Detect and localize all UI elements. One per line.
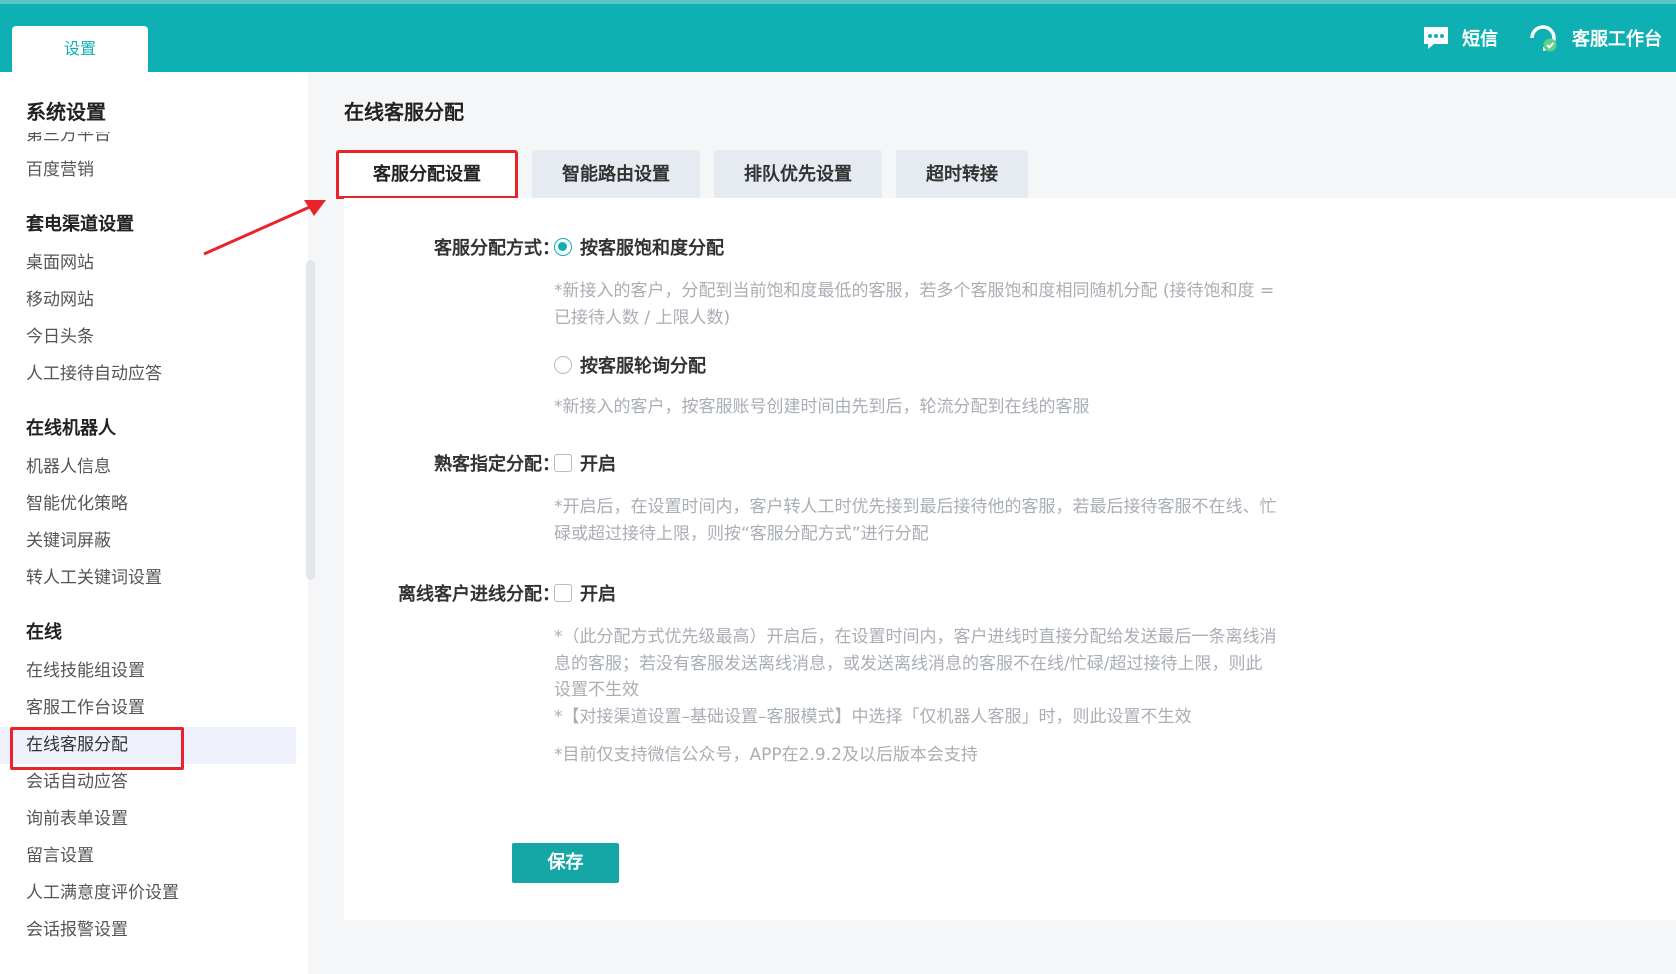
- tab-assignment-settings[interactable]: 客服分配设置: [336, 150, 518, 199]
- sidebar-item-auto-reply[interactable]: 人工接待自动应答: [0, 356, 296, 393]
- tab-timeout-transfer[interactable]: 超时转接: [896, 150, 1028, 199]
- sidebar-item-workbench-settings[interactable]: 客服工作台设置: [0, 690, 296, 727]
- sidebar-item-baidu-marketing[interactable]: 百度营销: [0, 152, 296, 189]
- sidebar-item-transfer-keywords[interactable]: 转人工关键词设置: [0, 560, 296, 597]
- top-actions: 短信 客服工作台: [1422, 20, 1662, 56]
- sidebar-item-message-settings[interactable]: 留言设置: [0, 838, 296, 875]
- settings-tabs: 客服分配设置 智能路由设置 排队优先设置 超时转接: [336, 150, 1028, 199]
- hint-line: *新接入的客户，分配到当前饱和度最低的客服，若多个客服饱和度相同随机分配 (接待…: [554, 281, 1275, 301]
- top-bar: 设置 短信 客服工作台: [0, 0, 1676, 72]
- offline-label: 离线客户进线分配：: [398, 584, 560, 605]
- hint-line: 已接待人数 / 上限人数): [554, 307, 731, 328]
- message-icon: [1422, 25, 1450, 51]
- sidebar-item-skill-group[interactable]: 在线技能组设置: [0, 653, 296, 690]
- sidebar-item-robot-info[interactable]: 机器人信息: [0, 449, 296, 486]
- hint-line: 设置不生效: [554, 680, 639, 700]
- option-round-robin-hint: *新接入的客户，按客服账号创建时间由先到后，轮流分配到在线的客服: [554, 397, 1090, 417]
- hint-line: *目前仅支持微信公众号，APP在2.9.2及以后版本会支持: [554, 745, 978, 765]
- option-round-robin-label: 按客服轮询分配: [580, 356, 706, 377]
- radio-unselected[interactable]: [554, 356, 572, 374]
- sms-button[interactable]: 短信: [1422, 25, 1498, 51]
- headset-icon: [1526, 23, 1560, 53]
- familiar-hint: *开启后，在设置时间内，客户转人工时优先接到最后接待他的客服，若最后接待客服不在…: [554, 494, 1354, 547]
- option-saturation-label: 按客服饱和度分配: [580, 238, 724, 259]
- tab-settings[interactable]: 设置: [12, 26, 148, 72]
- workbench-label: 客服工作台: [1572, 29, 1662, 50]
- settings-panel: 客服分配方式： 按客服饱和度分配 *新接入的客户，分配到当前饱和度最低的客服，若…: [344, 198, 1676, 920]
- sidebar-group-robot: 在线机器人: [26, 418, 116, 439]
- familiar-label: 熟客指定分配：: [434, 454, 560, 475]
- top-strip: [0, 0, 1676, 4]
- workbench-button[interactable]: 客服工作台: [1526, 23, 1662, 53]
- tab-smart-routing[interactable]: 智能路由设置: [532, 150, 700, 199]
- sidebar-item-toutiao[interactable]: 今日头条: [0, 319, 296, 356]
- sidebar-item-session-auto-reply[interactable]: 会话自动应答: [0, 764, 296, 801]
- hint-line: 碌或超过接待上限，则按“客服分配方式”进行分配: [554, 523, 929, 544]
- annotation-arrow-icon: [203, 200, 326, 256]
- hint-line: *（此分配方式优先级最高）开启后，在设置时间内，客户进线时直接分配给发送最后一条…: [554, 627, 1277, 647]
- familiar-toggle[interactable]: 开启: [554, 450, 616, 476]
- sidebar-item-keyword-block[interactable]: 关键词屏蔽: [0, 523, 296, 560]
- radio-selected[interactable]: [554, 238, 572, 256]
- sidebar-item-mobile-site[interactable]: 移动网站: [0, 282, 296, 319]
- sidebar-item-online-assignment[interactable]: 在线客服分配: [0, 727, 296, 770]
- option-round-robin[interactable]: 按客服轮询分配: [554, 352, 706, 378]
- option-saturation[interactable]: 按客服饱和度分配: [554, 234, 724, 260]
- hint-line: *开启后，在设置时间内，客户转人工时优先接到最后接待他的客服，若最后接待客服不在…: [554, 497, 1277, 517]
- hint-line: 息的客服；若没有客服发送离线消息，或发送离线消息的客服不在线/忙碌/超过接待上限…: [554, 653, 1263, 674]
- sidebar-item-satisfaction[interactable]: 人工满意度评价设置: [0, 875, 296, 912]
- familiar-checkbox-label: 开启: [580, 454, 616, 475]
- offline-checkbox[interactable]: [554, 584, 572, 602]
- hint-line: *【对接渠道设置–基础设置–客服模式】中选择「仅机器人客服」时，则此设置不生效: [554, 706, 1192, 727]
- sidebar-scrollbar[interactable]: [306, 260, 315, 580]
- sidebar-item-session-alert[interactable]: 会话报警设置: [0, 912, 296, 949]
- assign-method-label: 客服分配方式：: [434, 238, 560, 259]
- option-saturation-hint: *新接入的客户，分配到当前饱和度最低的客服，若多个客服饱和度相同随机分配 (接待…: [554, 278, 1354, 331]
- sidebar-title: 系统设置: [26, 100, 106, 124]
- sidebar-item-clipped[interactable]: 第三方平台: [0, 132, 296, 152]
- sms-label: 短信: [1462, 29, 1498, 50]
- sidebar-group-online: 在线: [26, 622, 62, 643]
- offline-toggle[interactable]: 开启: [554, 580, 616, 606]
- page-title: 在线客服分配: [344, 100, 464, 124]
- save-button[interactable]: 保存: [512, 843, 619, 883]
- sidebar-item-pre-chat-form[interactable]: 询前表单设置: [0, 801, 296, 838]
- familiar-checkbox[interactable]: [554, 454, 572, 472]
- offline-checkbox-label: 开启: [580, 584, 616, 605]
- sidebar-item-optimize-strategy[interactable]: 智能优化策略: [0, 486, 296, 523]
- tab-queue-priority[interactable]: 排队优先设置: [714, 150, 882, 199]
- offline-hint: *（此分配方式优先级最高）开启后，在设置时间内，客户进线时直接分配给发送最后一条…: [554, 624, 1354, 769]
